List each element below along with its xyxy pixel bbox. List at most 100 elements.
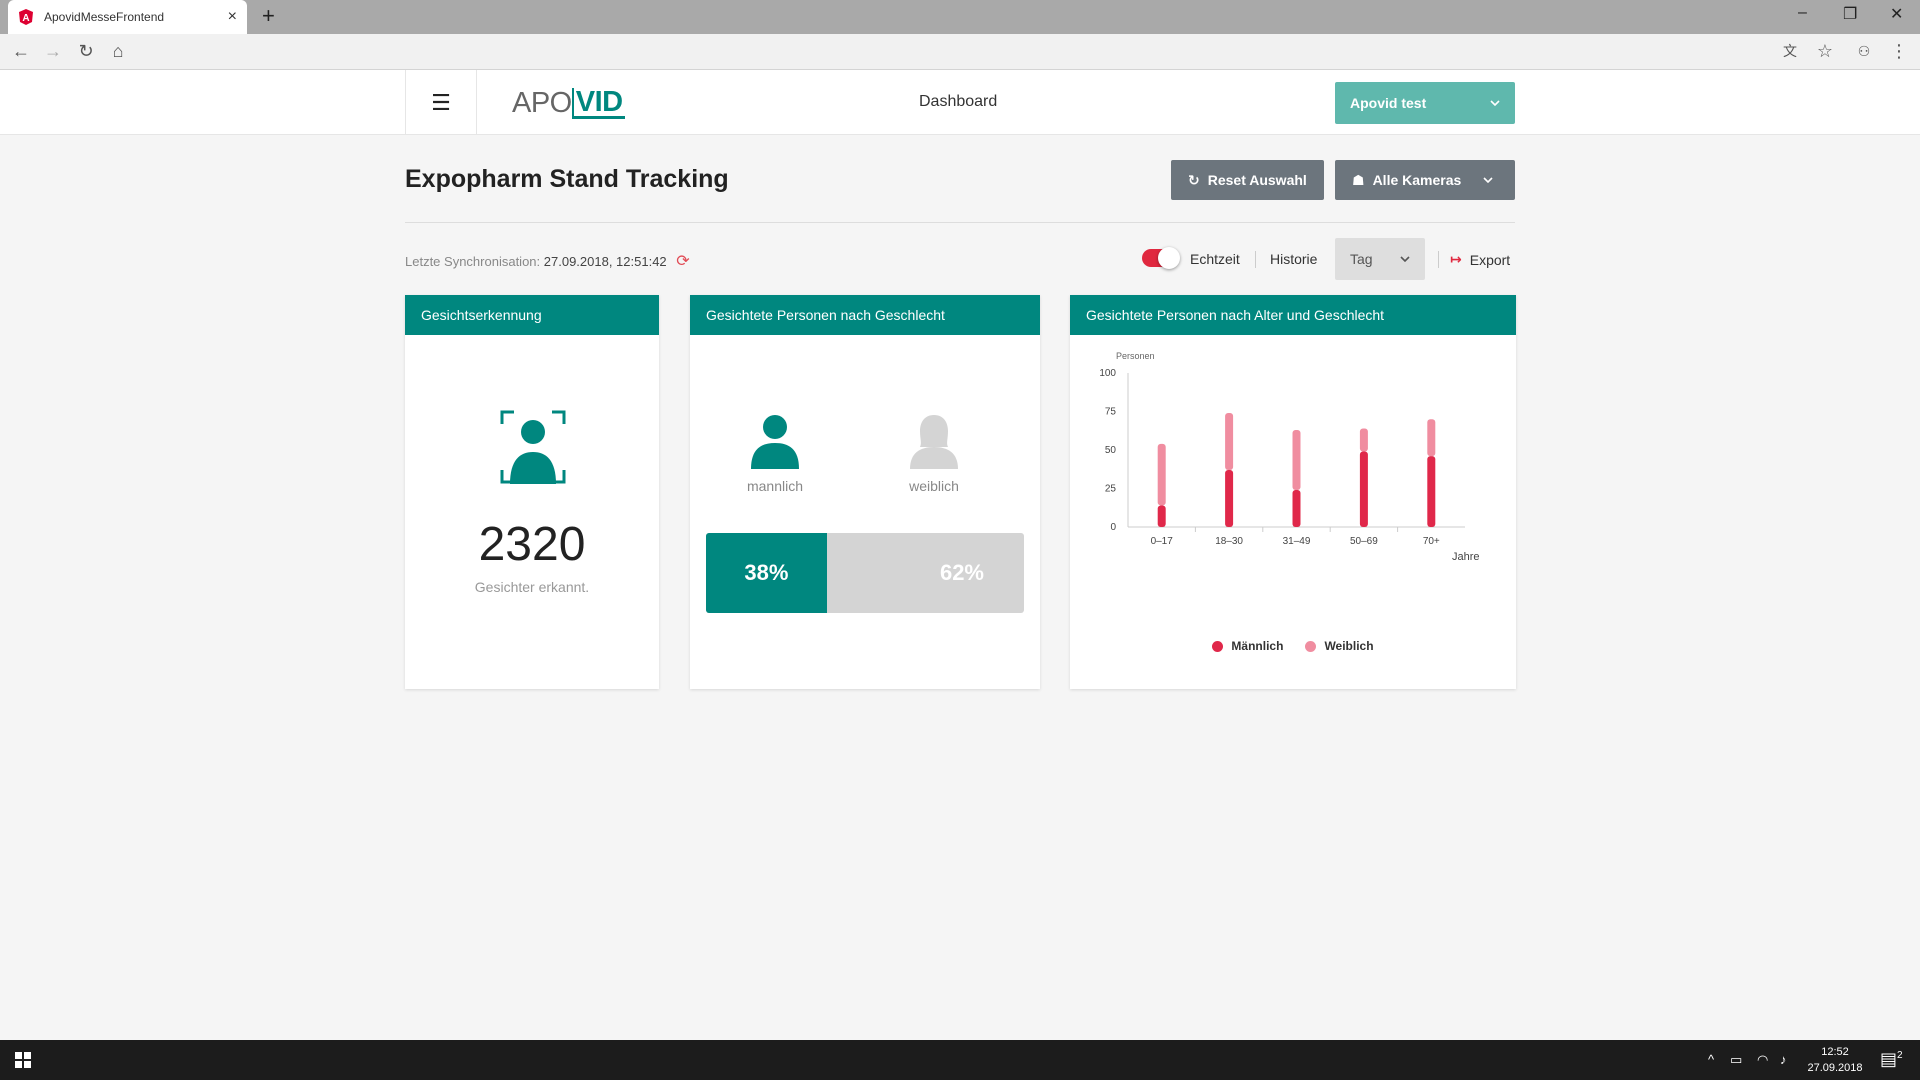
hamburger-icon: ☰ (431, 89, 451, 115)
sync-value: 27.09.2018, 12:51:42 (543, 254, 667, 269)
x-tick-label: 70+ (1423, 536, 1440, 547)
legend-item[interactable]: Weiblich (1305, 639, 1374, 653)
separator (1255, 251, 1256, 268)
card-header: Gesichtete Personen nach Alter und Gesch… (1070, 295, 1516, 335)
realtime-toggle[interactable] (1142, 247, 1180, 269)
angular-icon: A (19, 9, 33, 25)
y-tick-label: 75 (1105, 407, 1117, 418)
period-select[interactable]: Tag (1335, 238, 1425, 280)
notification-count: 2 (1897, 1050, 1903, 1061)
wifi-icon[interactable]: ◠ (1757, 1052, 1768, 1068)
x-axis-label: Jahre (1452, 551, 1480, 563)
male-figure: mannlich (725, 413, 825, 494)
windows-start-icon[interactable] (15, 1052, 31, 1068)
y-tick-label: 25 (1105, 484, 1117, 495)
legend-item[interactable]: Männlich (1212, 639, 1283, 653)
legend-label: Weiblich (1324, 639, 1374, 653)
gender-card: Gesichtete Personen nach Geschlecht mann… (690, 295, 1040, 689)
svg-text:A: A (22, 13, 29, 24)
camera-icon: ☗ (1352, 171, 1365, 188)
reset-label: Reset Auswahl (1207, 172, 1307, 188)
refresh-icon[interactable]: ⟳ (676, 253, 689, 270)
browser-tabstrip: A ApovidMesseFrontend × + – ❐ ✕ (0, 0, 1920, 34)
history-link[interactable]: Historie (1270, 251, 1317, 267)
separator (1438, 251, 1439, 268)
bar-weiblich (1427, 419, 1436, 457)
bar-weiblich (1225, 413, 1234, 471)
x-tick-label: 31–49 (1283, 536, 1311, 547)
home-icon[interactable]: ⌂ (107, 40, 129, 62)
legend-label: Männlich (1231, 639, 1284, 653)
female-percent-label: 62% (939, 560, 984, 585)
legend-dot-icon (1305, 640, 1317, 652)
back-icon[interactable]: ← (10, 40, 32, 62)
battery-icon[interactable]: ▭ (1730, 1052, 1742, 1068)
bookmark-star-icon[interactable]: ☆ (1814, 40, 1836, 62)
export-button[interactable]: ↦ Export (1450, 251, 1510, 268)
extension-icon[interactable]: ⚇ (1853, 40, 1875, 62)
hamburger-menu-button[interactable]: ☰ (405, 70, 477, 135)
bar-männlich (1225, 470, 1234, 527)
chart-legend: Männlich Weiblich (1070, 639, 1516, 653)
browser-toolbar: ← → ↻ ⌂ 文 ☆ ⚇ ⋮ (0, 34, 1920, 70)
cameras-dropdown-button[interactable]: ☗ Alle Kameras (1335, 160, 1515, 200)
restore-button[interactable]: ❐ (1843, 4, 1857, 24)
notification-center-icon[interactable]: ▤2 (1880, 1049, 1903, 1070)
male-percent-segment: 38% (706, 533, 827, 613)
toggle-knob (1158, 247, 1180, 269)
y-axis-label: Personen (1116, 351, 1155, 361)
chevron-down-icon (1400, 256, 1410, 262)
y-tick-label: 50 (1105, 445, 1117, 456)
bar-männlich (1427, 456, 1436, 527)
cameras-label: Alle Kameras (1372, 172, 1462, 188)
sync-status: Letzte Synchronisation: 27.09.2018, 12:5… (405, 251, 690, 271)
male-person-icon (751, 415, 799, 469)
card-header: Gesichtserkennung (405, 295, 659, 335)
user-dropdown-button[interactable]: Apovid test (1335, 82, 1515, 124)
browser-menu-icon[interactable]: ⋮ (1888, 40, 1910, 62)
male-label: mannlich (746, 478, 804, 494)
x-tick-label: 50–69 (1350, 536, 1378, 547)
translate-icon[interactable]: 文 (1779, 40, 1801, 62)
volume-icon[interactable]: ♪ (1780, 1052, 1787, 1067)
bar-weiblich (1157, 443, 1166, 506)
reset-selection-button[interactable]: ↻ Reset Auswahl (1171, 160, 1324, 200)
nav-title: Dashboard (919, 93, 998, 110)
bar-weiblich (1359, 428, 1368, 452)
age-chart-svg: Personen 0 25 50 75 100 0–17 18–30 31–49 50–69 70+… (1099, 351, 1480, 563)
export-icon: ↦ (1450, 251, 1462, 267)
forward-icon[interactable]: → (42, 40, 64, 62)
age-card: Gesichtete Personen nach Alter und Gesch… (1070, 295, 1516, 689)
realtime-label[interactable]: Echtzeit (1190, 251, 1240, 267)
windows-taskbar: ^ ▭ ◠ ♪ 12:52 27.09.2018 ▤2 (0, 1040, 1920, 1080)
tray-chevron-icon[interactable]: ^ (1708, 1052, 1714, 1067)
x-tick-label: 18–30 (1215, 536, 1243, 547)
user-label: Apovid test (1350, 95, 1427, 111)
faces-count: 2320 (478, 518, 586, 571)
minimize-button[interactable]: – (1798, 4, 1807, 22)
export-label: Export (1469, 251, 1511, 268)
sync-label: Letzte Synchronisation: (405, 254, 541, 269)
close-window-button[interactable]: ✕ (1890, 4, 1903, 24)
taskbar-clock[interactable]: 12:52 27.09.2018 (1800, 1044, 1870, 1076)
reload-icon[interactable]: ↻ (75, 40, 97, 62)
page-title: Expopharm Stand Tracking (405, 165, 729, 193)
apovid-logo[interactable]: APO VID (512, 87, 625, 120)
bar-männlich (1157, 505, 1166, 527)
y-tick-label: 0 (1110, 522, 1116, 533)
logo-apo-text: APO (512, 87, 572, 119)
tab-title: ApovidMesseFrontend (44, 10, 165, 24)
age-chart: Personen 0 25 50 75 100 0–17 18–30 31–49 50–69 70+… (1070, 335, 1516, 689)
gender-ratio-bar: 38% 62% (706, 533, 1024, 613)
chevron-down-icon (1483, 177, 1493, 183)
period-value: Tag (1350, 251, 1373, 267)
close-tab-icon[interactable]: × (228, 8, 237, 26)
new-tab-button[interactable]: + (262, 5, 275, 27)
x-tick-label: 0–17 (1151, 536, 1174, 547)
female-person-icon (910, 415, 958, 469)
clock-date: 27.09.2018 (1807, 1062, 1863, 1074)
bar-männlich (1359, 451, 1368, 527)
browser-tab[interactable]: A ApovidMesseFrontend × (8, 0, 247, 34)
bar-männlich (1292, 490, 1301, 527)
app-header: ☰ APO VID Dashboard Apovid test (0, 70, 1920, 135)
